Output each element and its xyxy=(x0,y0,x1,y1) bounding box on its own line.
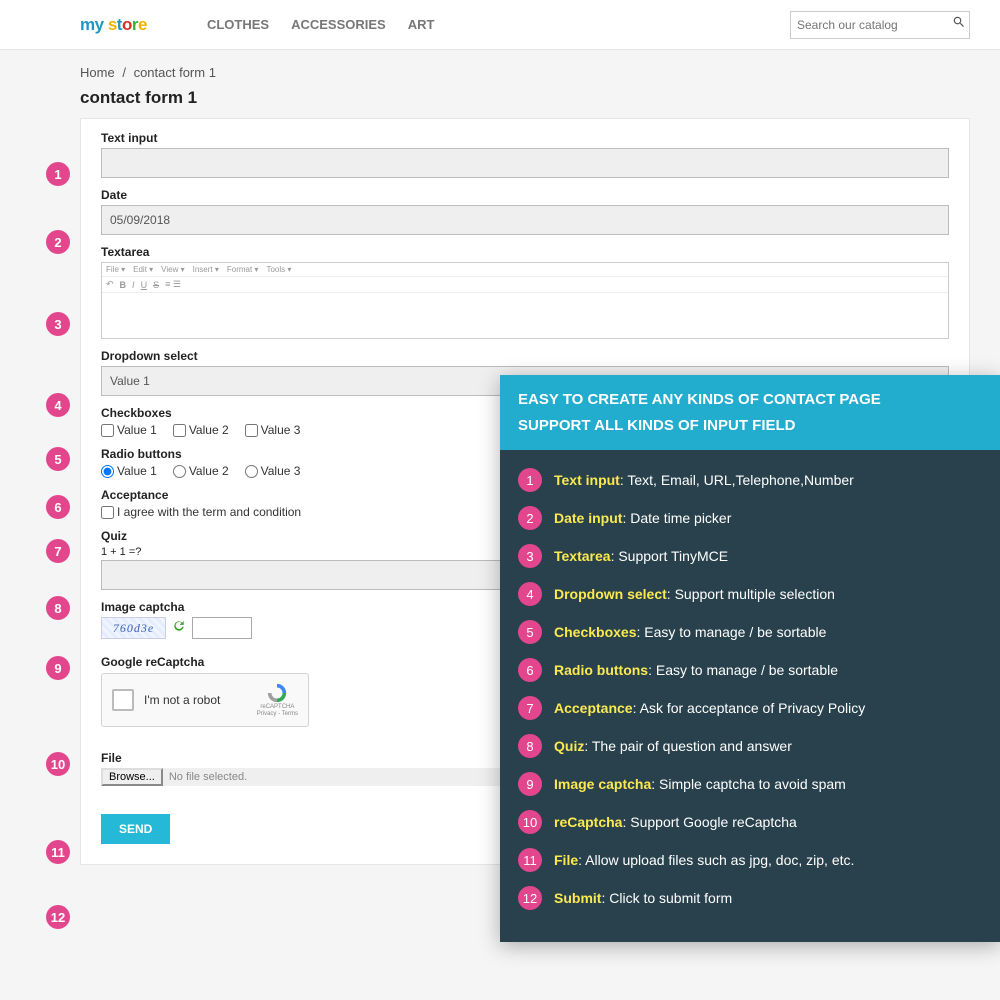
text-input[interactable] xyxy=(101,148,949,178)
logo[interactable]: my store xyxy=(80,15,147,35)
nav-art[interactable]: ART xyxy=(408,17,435,32)
overlay-num: 1 xyxy=(518,468,542,492)
nav-accessories[interactable]: ACCESSORIES xyxy=(291,17,386,32)
editor-menu[interactable]: File ▾Edit ▾View ▾Insert ▾Format ▾Tools … xyxy=(102,263,948,277)
label-textarea: Textarea xyxy=(101,245,949,259)
radio-3[interactable]: Value 3 xyxy=(245,464,301,478)
overlay-num: 9 xyxy=(518,772,542,796)
overlay-num: 10 xyxy=(518,810,542,834)
overlay-row: 12Submit: Click to submit form xyxy=(518,886,982,910)
overlay-row: 11File: Allow upload files such as jpg, … xyxy=(518,848,982,872)
overlay-row: 2Date input: Date time picker xyxy=(518,506,982,530)
overlay-row: 1Text input: Text, Email, URL,Telephone,… xyxy=(518,468,982,492)
annotation-pin-9: 9 xyxy=(46,656,70,680)
annotation-pin-1: 1 xyxy=(46,162,70,186)
overlay-num: 12 xyxy=(518,886,542,910)
checkbox-1[interactable]: Value 1 xyxy=(101,423,157,437)
overlay-num: 5 xyxy=(518,620,542,644)
overlay-row: 10reCaptcha: Support Google reCaptcha xyxy=(518,810,982,834)
main-nav: CLOTHES ACCESSORIES ART xyxy=(207,17,790,32)
editor-toolbar[interactable]: ↶ B I U S ≡ ☰ xyxy=(102,277,948,293)
overlay-num: 11 xyxy=(518,848,542,872)
overlay-num: 2 xyxy=(518,506,542,530)
annotation-pin-3: 3 xyxy=(46,312,70,336)
overlay-row: 3Textarea: Support TinyMCE xyxy=(518,544,982,568)
overlay-row: 8Quiz: The pair of question and answer xyxy=(518,734,982,758)
radio-2[interactable]: Value 2 xyxy=(173,464,229,478)
recaptcha-logo: reCAPTCHAPrivacy - Terms xyxy=(257,682,298,718)
annotation-pin-11: 11 xyxy=(46,840,70,864)
browse-button[interactable]: Browse... xyxy=(101,768,163,786)
recaptcha-checkbox[interactable] xyxy=(112,689,134,711)
overlay-row: 7Acceptance: Ask for acceptance of Priva… xyxy=(518,696,982,720)
search-input[interactable] xyxy=(797,18,952,32)
search-icon[interactable] xyxy=(952,15,966,34)
checkbox-2[interactable]: Value 2 xyxy=(173,423,229,437)
annotation-pin-2: 2 xyxy=(46,230,70,254)
overlay-num: 8 xyxy=(518,734,542,758)
annotation-pin-6: 6 xyxy=(46,495,70,519)
date-input[interactable] xyxy=(101,205,949,235)
annotation-pin-8: 8 xyxy=(46,596,70,620)
annotation-pin-12: 12 xyxy=(46,905,70,929)
nav-clothes[interactable]: CLOTHES xyxy=(207,17,269,32)
annotation-pin-7: 7 xyxy=(46,539,70,563)
captcha-image: 760d3e xyxy=(101,617,166,639)
label-date: Date xyxy=(101,188,949,202)
overlay-header: EASY TO CREATE ANY KINDS OF CONTACT PAGE… xyxy=(500,375,1000,450)
send-button[interactable]: SEND xyxy=(101,814,170,844)
overlay-num: 4 xyxy=(518,582,542,606)
breadcrumb-home[interactable]: Home xyxy=(80,65,115,80)
feature-overlay: EASY TO CREATE ANY KINDS OF CONTACT PAGE… xyxy=(500,375,1000,942)
overlay-row: 6Radio buttons: Easy to manage / be sort… xyxy=(518,658,982,682)
search-box[interactable] xyxy=(790,11,970,39)
annotation-pin-4: 4 xyxy=(46,393,70,417)
refresh-icon[interactable] xyxy=(172,619,186,638)
annotation-pin-10: 10 xyxy=(46,752,70,776)
radio-1[interactable]: Value 1 xyxy=(101,464,157,478)
overlay-num: 3 xyxy=(518,544,542,568)
breadcrumb-current: contact form 1 xyxy=(134,65,216,80)
label-text-input: Text input xyxy=(101,131,949,145)
overlay-row: 5Checkboxes: Easy to manage / be sortabl… xyxy=(518,620,982,644)
label-dropdown: Dropdown select xyxy=(101,349,949,363)
captcha-input[interactable] xyxy=(192,617,252,639)
overlay-num: 6 xyxy=(518,658,542,682)
annotation-pin-5: 5 xyxy=(46,447,70,471)
page-title: contact form 1 xyxy=(0,88,1000,118)
overlay-num: 7 xyxy=(518,696,542,720)
breadcrumb: Home / contact form 1 xyxy=(0,50,1000,88)
recaptcha-widget[interactable]: I'm not a robot reCAPTCHAPrivacy - Terms xyxy=(101,673,309,727)
textarea-editor[interactable]: File ▾Edit ▾View ▾Insert ▾Format ▾Tools … xyxy=(101,262,949,339)
overlay-row: 4Dropdown select: Support multiple selec… xyxy=(518,582,982,606)
overlay-row: 9Image captcha: Simple captcha to avoid … xyxy=(518,772,982,796)
not-robot-text: I'm not a robot xyxy=(144,693,247,707)
file-status: No file selected. xyxy=(169,771,247,783)
checkbox-3[interactable]: Value 3 xyxy=(245,423,301,437)
header: my store CLOTHES ACCESSORIES ART xyxy=(0,0,1000,50)
